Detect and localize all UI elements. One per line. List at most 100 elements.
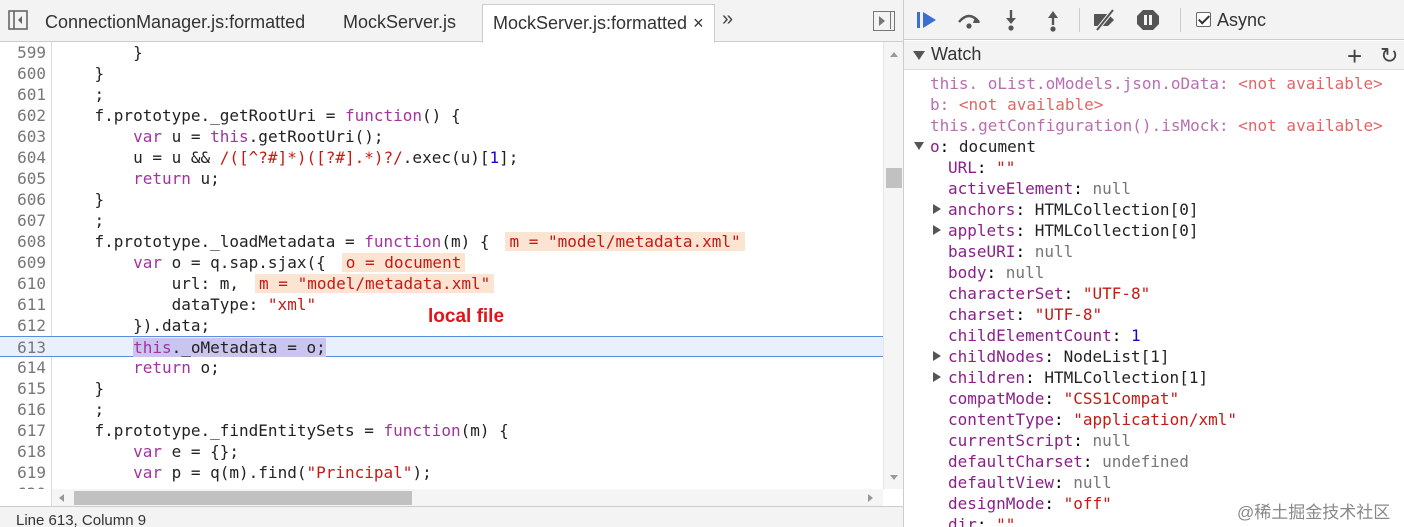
line-number[interactable]: 615	[0, 378, 46, 399]
line-number[interactable]: 600	[0, 63, 46, 84]
code-line[interactable]: 610 url: m, m = "model/metadata.xml"	[0, 273, 883, 294]
scroll-down-icon[interactable]	[890, 475, 898, 480]
property-name: activeElement	[948, 179, 1074, 198]
line-number[interactable]: 599	[0, 42, 46, 63]
code-line[interactable]: 603 var u = this.getRootUri();	[0, 126, 883, 147]
code-line[interactable]: 608 f.prototype._loadMetadata = function…	[0, 231, 883, 252]
expand-down-icon[interactable]	[914, 142, 924, 150]
property-row[interactable]: body: null	[948, 262, 1044, 283]
tab-mockserver-formatted[interactable]: MockServer.js:formatted ×	[482, 4, 715, 43]
step-over-icon[interactable]	[956, 8, 982, 32]
line-number[interactable]: 616	[0, 399, 46, 420]
object-name: o	[930, 137, 940, 156]
deactivate-breakpoints-icon[interactable]	[1092, 8, 1118, 32]
line-code: u = u && /([^?#]*)([?#].*)?/.exec(u)[1];	[56, 148, 519, 167]
scroll-right-icon[interactable]	[868, 494, 873, 502]
line-number[interactable]: 610	[0, 273, 46, 294]
expand-right-icon[interactable]	[933, 204, 941, 214]
property-row[interactable]: currentScript: null	[948, 430, 1131, 451]
editor-horizontal-scrollbar[interactable]	[52, 489, 883, 506]
add-watch-button[interactable]: +	[1347, 41, 1362, 72]
code-line[interactable]: 601 ;	[0, 84, 883, 105]
property-row[interactable]: childElementCount: 1	[948, 325, 1141, 346]
property-row[interactable]: designMode: "off"	[948, 493, 1112, 514]
code-line[interactable]: 605 return u;	[0, 168, 883, 189]
property-row[interactable]: children: HTMLCollection[1]	[948, 367, 1208, 388]
code-line[interactable]: 602 f.prototype._getRootUri = function()…	[0, 105, 883, 126]
watch-expression[interactable]: this.getConfiguration().isMock: <not ava…	[930, 115, 1383, 136]
property-name: contentType	[948, 410, 1054, 429]
tab-connectionmanager[interactable]: ConnectionManager.js:formatted	[35, 4, 315, 42]
line-number[interactable]: 611	[0, 294, 46, 315]
line-number[interactable]: 617	[0, 420, 46, 441]
step-out-icon[interactable]	[1040, 8, 1066, 32]
expand-right-icon[interactable]	[933, 225, 941, 235]
scroll-thumb[interactable]	[886, 168, 902, 188]
code-line[interactable]: 619 var p = q(m).find("Principal");	[0, 462, 883, 483]
property-name: childNodes	[948, 347, 1045, 366]
property-row[interactable]: defaultView: null	[948, 472, 1112, 493]
code-line[interactable]: 614 return o;	[0, 357, 883, 378]
code-line[interactable]: 600 }	[0, 63, 883, 84]
refresh-watch-button[interactable]: ↻	[1380, 43, 1398, 69]
code-line[interactable]: 616 ;	[0, 399, 883, 420]
line-number[interactable]: 609	[0, 252, 46, 273]
watch-expression[interactable]: b: <not available>	[930, 94, 1103, 115]
watch-expression[interactable]: this. oList.oModels.json.oData: <not ava…	[930, 73, 1383, 94]
code-line[interactable]: 613 this._oMetadata = o;	[0, 336, 883, 357]
line-number[interactable]: 606	[0, 189, 46, 210]
property-row[interactable]: URL: ""	[948, 157, 1015, 178]
property-row[interactable]: compatMode: "CSS1Compat"	[948, 388, 1179, 409]
code-line[interactable]: 618 var e = {};	[0, 441, 883, 462]
line-number[interactable]: 613	[0, 337, 46, 358]
code-line[interactable]: 617 f.prototype._findEntitySets = functi…	[0, 420, 883, 441]
line-number[interactable]: 605	[0, 168, 46, 189]
pause-on-exceptions-icon[interactable]	[1135, 8, 1161, 32]
async-checkbox[interactable]	[1196, 12, 1211, 27]
property-row[interactable]: childNodes: NodeList[1]	[948, 346, 1170, 367]
resume-icon[interactable]	[914, 8, 940, 32]
line-number[interactable]: 612	[0, 315, 46, 336]
property-row[interactable]: characterSet: "UTF-8"	[948, 283, 1150, 304]
line-number[interactable]: 603	[0, 126, 46, 147]
expand-right-icon[interactable]	[933, 351, 941, 361]
tab-mockserver[interactable]: MockServer.js	[333, 4, 466, 42]
more-tabs-button[interactable]: »	[722, 8, 733, 31]
property-row[interactable]: defaultCharset: undefined	[948, 451, 1189, 472]
toggle-debugger-icon[interactable]	[873, 11, 895, 31]
step-into-icon[interactable]	[998, 8, 1024, 32]
code-line[interactable]: 599 }	[0, 42, 883, 63]
code-line[interactable]: 604 u = u && /([^?#]*)([?#].*)?/.exec(u)…	[0, 147, 883, 168]
property-row[interactable]: baseURI: null	[948, 241, 1073, 262]
close-tab-icon[interactable]: ×	[693, 13, 704, 33]
property-row[interactable]: anchors: HTMLCollection[0]	[948, 199, 1198, 220]
property-row[interactable]: charset: "UTF-8"	[948, 304, 1102, 325]
line-number[interactable]: 601	[0, 84, 46, 105]
watch-expression-value: <not available>	[1238, 74, 1383, 93]
property-row[interactable]: contentType: "application/xml"	[948, 409, 1237, 430]
watch-section-header[interactable]: Watch + ↻	[904, 41, 1404, 72]
property-row[interactable]: applets: HTMLCollection[0]	[948, 220, 1198, 241]
editor-vertical-scrollbar[interactable]	[883, 42, 903, 489]
code-line[interactable]: 609 var o = q.sap.sjax({o = document	[0, 252, 883, 273]
line-number[interactable]: 614	[0, 357, 46, 378]
line-number[interactable]: 618	[0, 441, 46, 462]
line-number[interactable]: 608	[0, 231, 46, 252]
code-editor[interactable]: 599 } 600 } 601 ; 602 f.prototype._getRootU…	[0, 42, 883, 489]
code-line[interactable]: 615 }	[0, 378, 883, 399]
scroll-up-icon[interactable]	[890, 52, 898, 57]
toggle-navigator-icon[interactable]	[8, 10, 28, 30]
line-number[interactable]: 604	[0, 147, 46, 168]
code-line[interactable]: 607 ;	[0, 210, 883, 231]
watch-object-o[interactable]: o: document	[930, 136, 1036, 157]
line-number[interactable]: 602	[0, 105, 46, 126]
scroll-left-icon[interactable]	[59, 494, 64, 502]
property-row[interactable]: activeElement: null	[948, 178, 1131, 199]
line-number[interactable]: 619	[0, 462, 46, 483]
collapse-triangle-icon[interactable]	[913, 51, 925, 60]
expand-right-icon[interactable]	[933, 372, 941, 382]
line-number[interactable]: 607	[0, 210, 46, 231]
code-line[interactable]: 606 }	[0, 189, 883, 210]
property-row[interactable]: dir: ""	[948, 514, 1015, 527]
scroll-thumb-horizontal[interactable]	[74, 491, 412, 505]
